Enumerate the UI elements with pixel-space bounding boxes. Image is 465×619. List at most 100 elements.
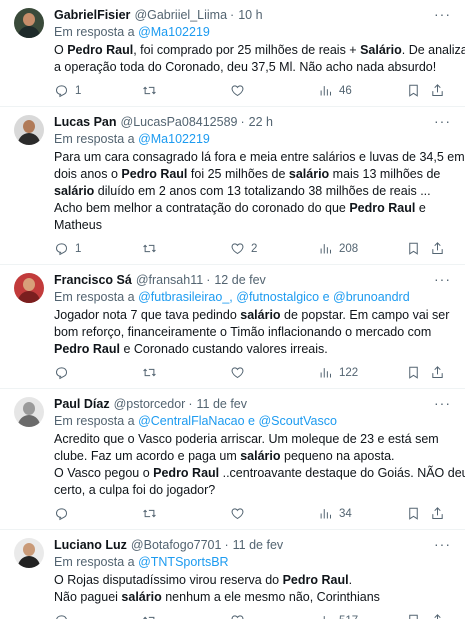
tweet-text-line: salário diluído em 2 anos com 13 totaliz… (54, 183, 453, 200)
reply-context: Em resposta a @TNTSportsBR (54, 554, 453, 571)
bookmark-button[interactable] (406, 83, 421, 98)
share-button[interactable] (430, 83, 445, 98)
reply-button[interactable] (54, 365, 75, 380)
tweet-content: Paul Díaz @pstorcedor · 11 de fev ··· Em… (54, 395, 465, 529)
tweet-text: O Pedro Raul, foi comprado por 25 milhõe… (54, 42, 465, 76)
like-button[interactable] (230, 506, 251, 521)
share-icon (432, 366, 443, 378)
retweet-button[interactable] (142, 506, 163, 521)
share-button[interactable] (430, 365, 445, 380)
reply-prefix: Em resposta a (54, 290, 139, 304)
author-name[interactable]: GabrielFisier (54, 8, 130, 22)
highlighted-term: salário (121, 590, 162, 604)
like-button[interactable]: 2 (230, 241, 257, 256)
reply-mention-link[interactable]: @futbrasileirao_ (138, 290, 229, 304)
more-options-icon[interactable]: ··· (434, 113, 451, 129)
reply-mention-link[interactable]: @futnostalgico (236, 290, 319, 304)
author-handle[interactable]: @fransah11 (136, 273, 203, 287)
reply-button[interactable] (54, 613, 75, 619)
share-button[interactable] (430, 241, 445, 256)
text-segment: Acredito que o Vasco poderia arriscar. U… (54, 432, 439, 446)
avatar-body (18, 26, 40, 38)
tweet-time[interactable]: 12 de fev (214, 273, 265, 287)
text-segment: Não paguei (54, 590, 122, 604)
tweet-text-line: Jogador nota 7 que tava pedindo salário … (54, 307, 453, 324)
more-options-icon[interactable]: ··· (434, 536, 451, 552)
reply-prefix: Em resposta a (54, 132, 139, 146)
avatar-body (18, 415, 40, 427)
bookmark-button[interactable] (406, 506, 421, 521)
avatar[interactable] (14, 115, 44, 145)
retweet-button[interactable] (142, 365, 163, 380)
tweet-time[interactable]: 11 de fev (233, 538, 284, 552)
author-handle[interactable]: @Botafogo7701 (131, 538, 222, 552)
reply-button[interactable]: 1 (54, 83, 81, 98)
more-options-icon[interactable]: ··· (434, 271, 451, 287)
tweet-text-line: clube. Faz um acordo e paga um salário p… (54, 448, 453, 465)
views-button[interactable]: 46 (318, 83, 352, 98)
avatar-body (18, 556, 40, 568)
tweet-content: Francisco Sá @fransah11 · 12 de fev ··· … (54, 271, 453, 388)
tweet[interactable]: Francisco Sá @fransah11 · 12 de fev ··· … (0, 265, 465, 389)
avatar[interactable] (14, 273, 44, 303)
reply-mention-link[interactable]: @ScoutVasco (258, 414, 336, 428)
more-options-icon[interactable]: ··· (434, 6, 451, 22)
tweet-text-line: Para um cara consagrado lá fora e meia e… (54, 149, 465, 166)
tweet[interactable]: Paul Díaz @pstorcedor · 11 de fev ··· Em… (0, 389, 465, 530)
bookmark-button[interactable] (406, 365, 421, 380)
avatar[interactable] (14, 8, 44, 38)
heart-icon (231, 243, 244, 255)
text-segment: . De analizar (401, 43, 465, 57)
retweet-button[interactable] (142, 83, 163, 98)
tweet-time[interactable]: 11 de fev (197, 397, 248, 411)
views-button[interactable]: 517 (318, 613, 358, 619)
reply-mention-link[interactable]: @Ma102219 (138, 25, 210, 39)
share-button[interactable] (430, 506, 445, 521)
tweet[interactable]: Luciano Luz @Botafogo7701 · 11 de fev ··… (0, 530, 465, 619)
reply-separator: e (319, 290, 334, 304)
avatar-head (23, 402, 35, 415)
views-chart-icon (320, 244, 331, 254)
avatar[interactable] (14, 538, 44, 568)
views-button[interactable]: 208 (318, 241, 358, 256)
tweet-text-line: O Vasco pegou o Pedro Raul ..centroavant… (54, 465, 465, 482)
tweet[interactable]: Lucas Pan @LucasPa08412589 · 22 h ··· Em… (0, 107, 465, 265)
author-handle[interactable]: @pstorcedor (114, 397, 186, 411)
author-handle[interactable]: @LucasPa08412589 (121, 115, 238, 129)
views-count: 517 (339, 615, 358, 619)
author-name[interactable]: Paul Díaz (54, 397, 110, 411)
reply-icon (55, 508, 68, 521)
tweet[interactable]: GabrielFisier @Gabriiel_Liima · 10 h ···… (0, 0, 465, 107)
avatar[interactable] (14, 397, 44, 427)
reply-mention-link[interactable]: @brunoandrd (333, 290, 410, 304)
author-name[interactable]: Luciano Luz (54, 538, 127, 552)
avatar-column (14, 536, 54, 619)
retweet-button[interactable] (142, 613, 163, 619)
tweet-text: Acredito que o Vasco poderia arriscar. U… (54, 431, 465, 499)
retweet-icon (143, 244, 156, 253)
reply-context: Em resposta a @Ma102219 (54, 131, 453, 148)
author-name[interactable]: Lucas Pan (54, 115, 117, 129)
reply-button[interactable] (54, 506, 75, 521)
more-options-icon[interactable]: ··· (434, 395, 451, 411)
bookmark-button[interactable] (406, 241, 421, 256)
bookmark-button[interactable] (406, 613, 421, 619)
retweet-button[interactable] (142, 241, 163, 256)
like-button[interactable] (230, 613, 251, 619)
reply-mention-link[interactable]: @Ma102219 (138, 132, 210, 146)
reply-mention-link[interactable]: @CentralFlaNacao (138, 414, 244, 428)
views-button[interactable]: 34 (318, 506, 352, 521)
reply-button[interactable]: 1 (54, 241, 81, 256)
tweet-time[interactable]: 10 h (238, 8, 262, 22)
reply-context: Em resposta a @Ma102219 (54, 24, 453, 41)
views-button[interactable]: 122 (318, 365, 358, 380)
reply-mention-link[interactable]: @TNTSportsBR (138, 555, 228, 569)
like-button[interactable] (230, 365, 251, 380)
like-button[interactable] (230, 83, 251, 98)
tweet-time[interactable]: 22 h (249, 115, 273, 129)
author-handle[interactable]: @Gabriiel_Liima (134, 8, 227, 22)
author-name[interactable]: Francisco Sá (54, 273, 132, 287)
share-button[interactable] (430, 613, 445, 619)
text-segment: , foi comprado por 25 milhões de reais + (133, 43, 361, 57)
text-segment: Acho bem melhor a contratação do coronad… (54, 201, 350, 215)
